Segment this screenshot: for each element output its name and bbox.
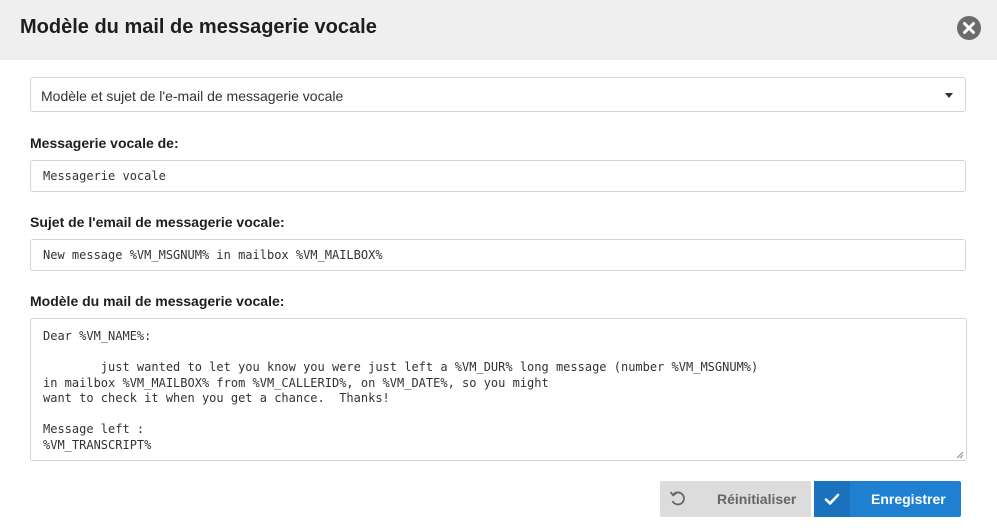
body-label: Modèle du mail de messagerie vocale: [30, 293, 285, 309]
check-icon [814, 481, 850, 517]
resize-handle-icon[interactable] [956, 451, 964, 459]
caret-down-icon [945, 93, 953, 98]
save-button[interactable]: Enregistrer [814, 481, 961, 517]
reset-button-label: Réinitialiser [717, 491, 797, 507]
subject-input[interactable]: New message %VM_MSGNUM% in mailbox %VM_M… [30, 239, 966, 271]
template-select-value: Modèle et sujet de l'e-mail de messageri… [41, 88, 344, 104]
close-icon [963, 22, 975, 34]
undo-icon [660, 481, 696, 517]
dialog-header: Modèle du mail de messagerie vocale [0, 0, 997, 60]
close-button[interactable] [957, 16, 981, 40]
template-select[interactable]: Modèle et sujet de l'e-mail de messageri… [30, 77, 966, 112]
save-button-label: Enregistrer [871, 491, 946, 507]
body-textarea[interactable]: Dear %VM_NAME%: just wanted to let you k… [30, 318, 967, 461]
dialog-title: Modèle du mail de messagerie vocale [20, 16, 377, 38]
reset-button[interactable]: Réinitialiser [660, 481, 811, 517]
from-label: Messagerie vocale de: [30, 135, 179, 151]
subject-label: Sujet de l'email de messagerie vocale: [30, 214, 285, 230]
from-input[interactable]: Messagerie vocale [30, 160, 966, 192]
